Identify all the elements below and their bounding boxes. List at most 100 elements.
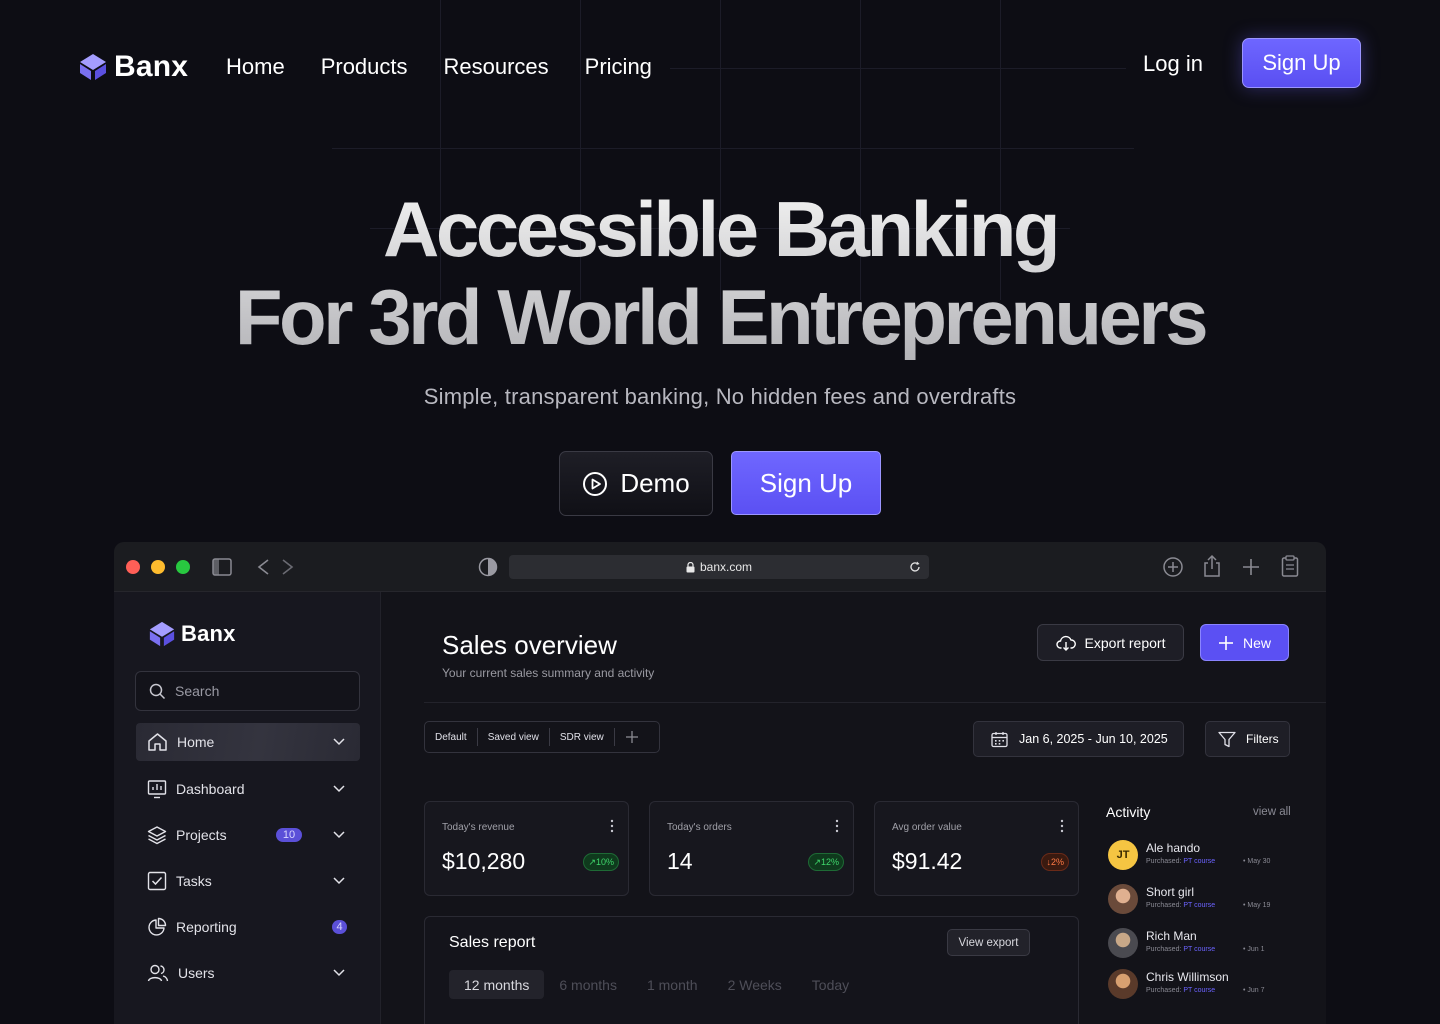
view-all-link[interactable]: view all: [1253, 806, 1291, 818]
nav-link-products[interactable]: Products: [321, 54, 408, 80]
more-vertical-icon[interactable]: [1060, 819, 1064, 833]
clipboard-icon[interactable]: [1281, 555, 1299, 577]
sidebar-item-projects[interactable]: Projects 10: [136, 816, 360, 854]
sidebar-item-dashboard[interactable]: Dashboard: [136, 770, 360, 808]
activity-item[interactable]: Short girl Purchased: PT course • May 19: [1108, 884, 1308, 916]
date-range-picker[interactable]: Jan 6, 2025 - Jun 10, 2025: [973, 721, 1184, 757]
url-bar[interactable]: banx.com: [509, 555, 929, 579]
page-title: Sales overview: [442, 630, 617, 660]
signup-button-hero[interactable]: Sign Up: [731, 451, 881, 515]
nav-link-resources[interactable]: Resources: [444, 54, 549, 80]
chevron-down-icon: [333, 831, 345, 839]
purchase-product-link[interactable]: PT course: [1183, 987, 1215, 994]
tab-6-months[interactable]: 6 months: [544, 970, 632, 999]
reload-icon[interactable]: [909, 561, 921, 573]
nav-link-pricing[interactable]: Pricing: [585, 54, 652, 80]
add-circle-icon[interactable]: [1162, 556, 1184, 578]
header-divider: [424, 702, 1326, 703]
chevron-down-icon: [333, 785, 345, 793]
view-default[interactable]: Default: [425, 728, 478, 746]
nav-link-home[interactable]: Home: [226, 54, 285, 80]
tab-2-weeks[interactable]: 2 Weeks: [713, 970, 797, 999]
arrow-up-icon: ↗: [588, 856, 596, 867]
maximize-window-dot[interactable]: [176, 560, 190, 574]
hero-actions: Demo Sign Up: [559, 451, 881, 516]
forward-icon[interactable]: [281, 558, 295, 576]
kpi-value: 14: [667, 848, 693, 874]
filters-button[interactable]: Filters: [1205, 721, 1290, 757]
minimize-window-dot[interactable]: [151, 560, 165, 574]
bg-grid-line: [332, 148, 1134, 149]
tab-12-months[interactable]: 12 months: [449, 970, 545, 999]
sidebar-item-label: Dashboard: [176, 781, 245, 797]
purchase-product-link[interactable]: PT course: [1183, 946, 1215, 953]
sidebar-item-home[interactable]: Home: [136, 723, 360, 761]
tab-today[interactable]: Today: [797, 970, 864, 999]
search-icon: [149, 683, 166, 699]
add-view-button[interactable]: [615, 728, 649, 746]
more-vertical-icon[interactable]: [610, 819, 614, 833]
activity-item[interactable]: Chris Willimson Purchased: PT course • J…: [1108, 969, 1308, 1001]
activity-title: Activity: [1106, 804, 1151, 820]
back-icon[interactable]: [256, 558, 270, 576]
more-vertical-icon[interactable]: [835, 819, 839, 833]
activity-purchase: Purchased: PT course: [1146, 987, 1215, 994]
plus-icon: [1218, 635, 1233, 650]
play-circle-icon: [583, 471, 608, 496]
sidebar-toggle-icon[interactable]: [212, 558, 232, 576]
purchase-product-link[interactable]: PT course: [1183, 902, 1215, 909]
new-button[interactable]: New: [1200, 624, 1289, 661]
sidebar-search-input[interactable]: Search: [135, 671, 360, 711]
hero-title: Accessible Banking For 3rd World Entrepr…: [0, 185, 1440, 361]
export-report-button[interactable]: Export report: [1037, 624, 1184, 661]
projects-count-badge: 10: [276, 828, 302, 842]
browser-window: banx.com Banx Search Home Dashboard Proj…: [114, 542, 1326, 1024]
sidebar-item-tasks[interactable]: Tasks: [136, 862, 360, 900]
demo-button[interactable]: Demo: [559, 451, 713, 516]
cloud-download-icon: [1055, 635, 1076, 651]
share-icon[interactable]: [1202, 554, 1222, 578]
layers-icon: [147, 826, 167, 845]
new-tab-icon[interactable]: [1241, 557, 1261, 577]
view-export-button[interactable]: View export: [947, 929, 1030, 956]
view-sdr[interactable]: SDR view: [550, 728, 615, 746]
close-window-dot[interactable]: [126, 560, 140, 574]
activity-purchase: Purchased: PT course: [1146, 946, 1215, 953]
reporting-count-badge: 4: [332, 920, 347, 934]
activity-user-name: Rich Man: [1146, 929, 1197, 943]
checkbox-icon: [147, 871, 167, 891]
brand-logo[interactable]: Banx: [78, 50, 188, 84]
signup-button-nav[interactable]: Sign Up: [1242, 38, 1361, 88]
sidebar-item-reporting[interactable]: Reporting 4: [136, 908, 360, 946]
activity-date: • May 30: [1243, 858, 1271, 865]
login-link[interactable]: Log in: [1143, 51, 1203, 77]
activity-item[interactable]: JT Ale hando Purchased: PT course • May …: [1108, 840, 1308, 872]
sidebar-item-label: Reporting: [176, 919, 237, 935]
purchase-prefix: Purchased:: [1146, 987, 1182, 994]
sales-report-card: Sales report View export 12 months 6 mon…: [424, 916, 1079, 1024]
chevron-down-icon: [333, 969, 345, 977]
filters-label: Filters: [1246, 732, 1279, 746]
kpi-delta-value: 10%: [595, 857, 614, 867]
sidebar-item-users[interactable]: Users: [136, 954, 360, 992]
contrast-icon[interactable]: [478, 557, 498, 577]
view-saved[interactable]: Saved view: [478, 728, 550, 746]
search-placeholder: Search: [175, 683, 220, 699]
tab-1-month[interactable]: 1 month: [632, 970, 713, 999]
kpi-card-avg-order: Avg order value $91.42 ↓ 2%: [874, 801, 1079, 896]
url-text: banx.com: [699, 560, 753, 574]
hero-subtitle: Simple, transparent banking, No hidden f…: [423, 384, 1017, 409]
activity-date-text: May 19: [1247, 902, 1271, 909]
export-report-label: Export report: [1084, 634, 1166, 651]
calendar-icon: [991, 731, 1008, 747]
nav-links: Home Products Resources Pricing: [226, 54, 652, 80]
arrow-up-icon: ↗: [813, 856, 821, 867]
top-nav: Banx Home Products Resources Pricing Log…: [0, 0, 1440, 130]
activity-date-text: May 30: [1247, 858, 1271, 865]
activity-date-text: Jun 7: [1247, 987, 1265, 994]
app-brand-name: Banx: [181, 621, 236, 646]
purchase-product-link[interactable]: PT course: [1183, 858, 1215, 865]
app-brand[interactable]: Banx: [148, 620, 236, 648]
activity-item[interactable]: Rich Man Purchased: PT course • Jun 1: [1108, 928, 1308, 960]
browser-toolbar: banx.com: [114, 542, 1326, 592]
